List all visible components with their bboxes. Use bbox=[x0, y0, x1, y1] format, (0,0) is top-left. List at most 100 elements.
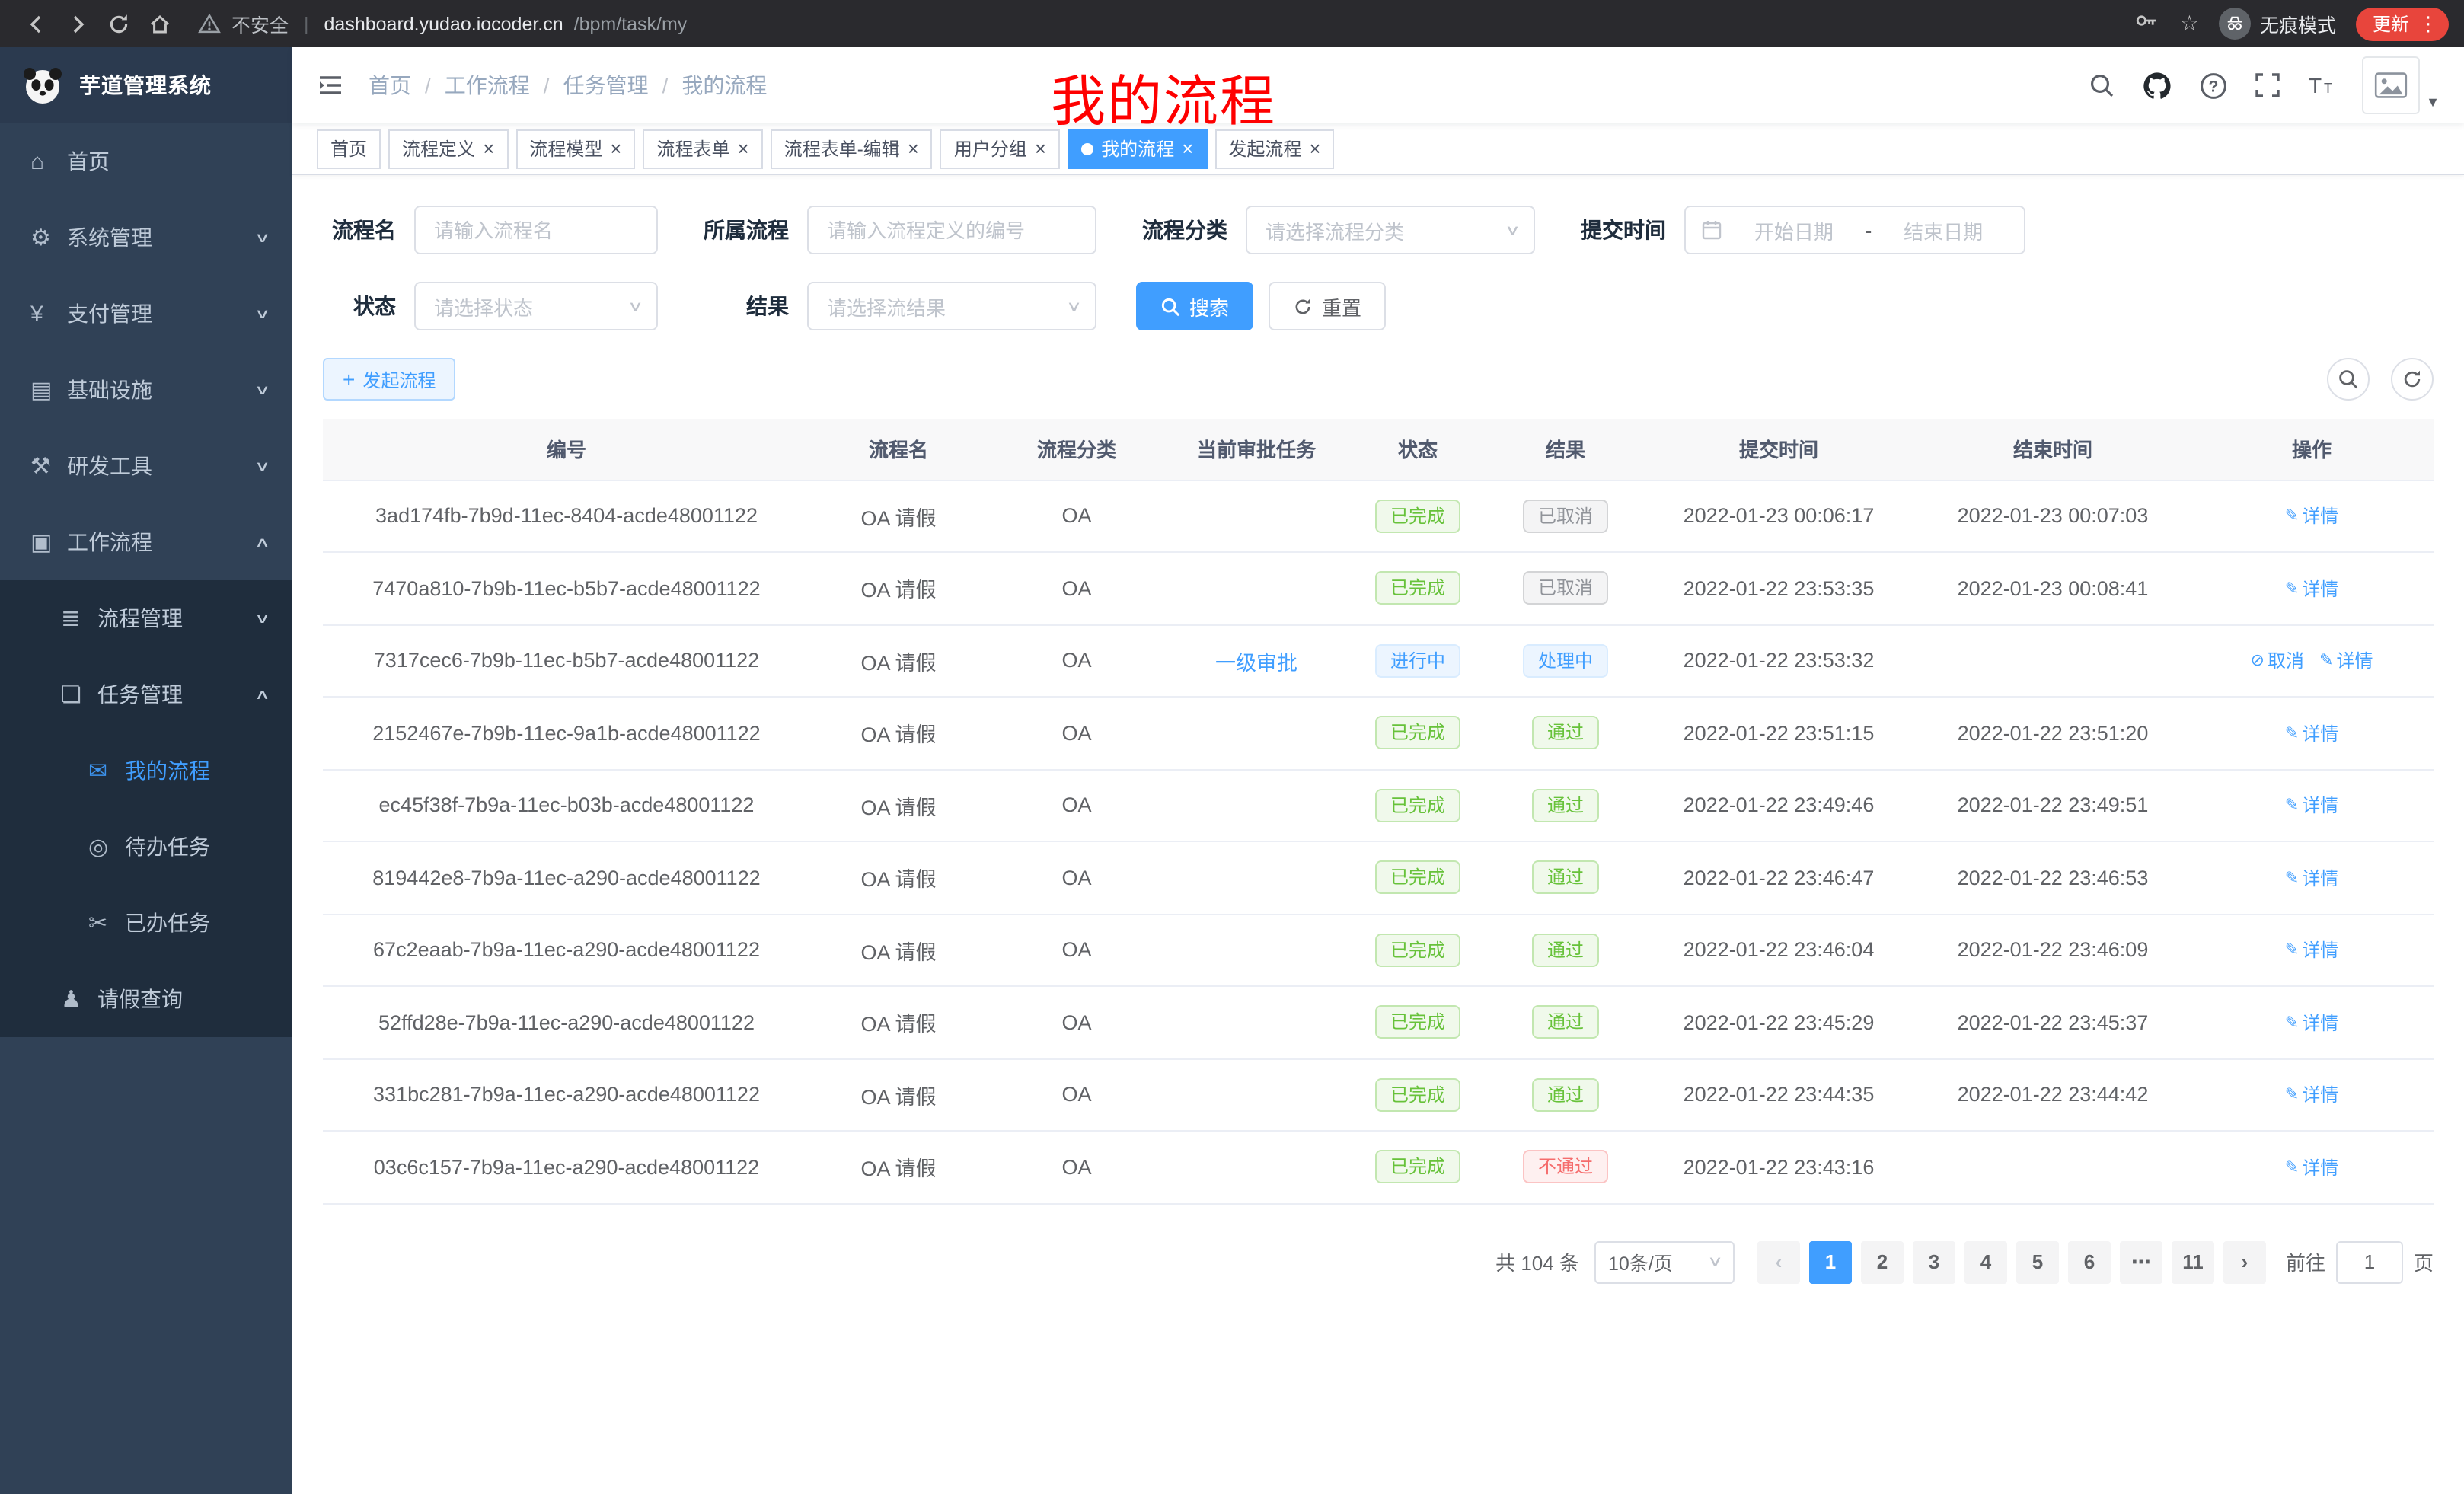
create-process-button[interactable]: + 发起流程 bbox=[323, 358, 455, 401]
pagination-ellipsis[interactable]: ⋯ bbox=[2120, 1240, 2162, 1283]
reload-icon[interactable] bbox=[97, 3, 139, 44]
font-size-icon[interactable]: TT bbox=[2307, 72, 2336, 99]
forward-icon[interactable] bbox=[56, 3, 97, 44]
detail-button[interactable]: ✎详情 bbox=[2285, 793, 2338, 819]
detail-icon: ✎ bbox=[2285, 796, 2299, 816]
sidebar-item-home[interactable]: ⌂首页 bbox=[0, 123, 292, 200]
page-button-1[interactable]: 1 bbox=[1809, 1240, 1852, 1283]
close-icon[interactable]: × bbox=[738, 139, 749, 158]
category-select[interactable]: 请选择流程分类 ∨ bbox=[1246, 206, 1535, 254]
close-icon[interactable]: × bbox=[483, 139, 494, 158]
search-button[interactable]: 搜索 bbox=[1136, 282, 1253, 330]
page-button-4[interactable]: 4 bbox=[1964, 1240, 2007, 1283]
sidebar-item-my-process[interactable]: ✉我的流程 bbox=[0, 733, 292, 809]
detail-button[interactable]: ✎详情 bbox=[2285, 1010, 2338, 1036]
fullscreen-icon[interactable] bbox=[2254, 72, 2281, 99]
user-menu[interactable]: ▼ bbox=[2362, 56, 2440, 114]
detail-button[interactable]: ✎详情 bbox=[2285, 720, 2338, 746]
sidebar-item-leave-query[interactable]: ♟请假查询 bbox=[0, 961, 292, 1037]
process-definition-input[interactable] bbox=[807, 206, 1096, 254]
search-icon[interactable] bbox=[2088, 72, 2115, 99]
collapse-sidebar-icon[interactable] bbox=[317, 72, 344, 99]
cell-current-task bbox=[1167, 480, 1346, 552]
detail-button[interactable]: ✎详情 bbox=[2285, 865, 2338, 891]
current-task-link[interactable]: 一级审批 bbox=[1215, 652, 1297, 675]
status-tag: 已完成 bbox=[1375, 572, 1460, 605]
prev-page-button[interactable]: ‹ bbox=[1757, 1240, 1800, 1283]
sidebar-item-task-management[interactable]: ❏任务管理∧ bbox=[0, 656, 292, 733]
toggle-search-button[interactable] bbox=[2326, 358, 2369, 401]
detail-button[interactable]: ✎详情 bbox=[2319, 648, 2373, 674]
next-page-button[interactable]: › bbox=[2223, 1240, 2266, 1283]
cell-id: ec45f38f-7b9a-11ec-b03b-acde48001122 bbox=[323, 769, 810, 841]
breadcrumb-item[interactable]: 任务管理 bbox=[563, 70, 649, 101]
cell-result: 通过 bbox=[1489, 914, 1642, 986]
close-icon[interactable]: × bbox=[908, 139, 919, 158]
sidebar-item-payment-management[interactable]: ¥支付管理∨ bbox=[0, 276, 292, 352]
update-button[interactable]: 更新 ⋮ bbox=[2356, 7, 2449, 40]
result-tag: 已取消 bbox=[1523, 572, 1608, 605]
page-button-3[interactable]: 3 bbox=[1913, 1240, 1955, 1283]
cell-status: 已完成 bbox=[1346, 697, 1489, 769]
tab-用户分组[interactable]: 用户分组× bbox=[940, 129, 1060, 168]
cancel-button[interactable]: ⊘取消 bbox=[2251, 648, 2304, 674]
home-icon[interactable] bbox=[139, 3, 180, 44]
detail-button[interactable]: ✎详情 bbox=[2285, 1082, 2338, 1108]
status-select[interactable]: 请选择状态 ∨ bbox=[414, 282, 658, 330]
goto-page-input[interactable] bbox=[2336, 1240, 2403, 1283]
cell-id: 331bc281-7b9a-11ec-a290-acde48001122 bbox=[323, 1058, 810, 1131]
sidebar-item-process-management[interactable]: ≣流程管理∨ bbox=[0, 580, 292, 656]
breadcrumb-item[interactable]: 工作流程 bbox=[445, 70, 530, 101]
browser-menu-icon[interactable]: ⋮ bbox=[2418, 11, 2438, 36]
submit-time-range-picker[interactable]: 开始日期 - 结束日期 bbox=[1684, 206, 2025, 254]
close-icon[interactable]: × bbox=[610, 139, 621, 158]
page-button-2[interactable]: 2 bbox=[1861, 1240, 1904, 1283]
chevron-down-icon: ∨ bbox=[255, 381, 271, 398]
page-button-11[interactable]: 11 bbox=[2172, 1240, 2214, 1283]
bookmark-star-icon[interactable]: ☆ bbox=[2180, 11, 2199, 37]
help-icon[interactable]: ? bbox=[2199, 71, 2228, 100]
breadcrumb-item[interactable]: 首页 bbox=[369, 70, 411, 101]
table-row: 67c2eaab-7b9a-11ec-a290-acde48001122OA 请… bbox=[323, 914, 2434, 986]
process-name-input[interactable] bbox=[414, 206, 658, 254]
detail-button[interactable]: ✎详情 bbox=[2285, 576, 2338, 602]
page-size-select[interactable]: 10条/页 ∨ bbox=[1594, 1240, 1735, 1283]
close-icon[interactable]: × bbox=[1309, 139, 1320, 158]
result-select-placeholder: 请选择流结果 bbox=[827, 292, 946, 321]
sidebar-item-system-management[interactable]: ⚙系统管理∨ bbox=[0, 200, 292, 276]
breadcrumb-separator: / bbox=[544, 73, 550, 97]
cell-process-name: OA 请假 bbox=[810, 624, 987, 697]
sidebar-item-dev-tools[interactable]: ⚒研发工具∨ bbox=[0, 428, 292, 504]
tab-流程表单-编辑[interactable]: 流程表单-编辑× bbox=[771, 129, 933, 168]
page-button-6[interactable]: 6 bbox=[2068, 1240, 2111, 1283]
cell-status: 已完成 bbox=[1346, 480, 1489, 552]
tab-流程表单[interactable]: 流程表单× bbox=[643, 129, 762, 168]
result-select[interactable]: 请选择流结果 ∨ bbox=[807, 282, 1096, 330]
github-icon[interactable] bbox=[2141, 69, 2173, 101]
back-icon[interactable] bbox=[15, 3, 56, 44]
page-button-5[interactable]: 5 bbox=[2016, 1240, 2059, 1283]
avatar[interactable] bbox=[2362, 56, 2420, 114]
category-select-placeholder: 请选择流程分类 bbox=[1266, 215, 1404, 244]
sidebar-item-infrastructure[interactable]: ▤基础设施∨ bbox=[0, 352, 292, 428]
chevron-up-icon: ∧ bbox=[255, 686, 271, 703]
detail-button[interactable]: ✎详情 bbox=[2285, 937, 2338, 963]
refresh-table-button[interactable] bbox=[2391, 358, 2434, 401]
security-label[interactable]: 不安全 bbox=[231, 9, 289, 38]
home-icon: ⌂ bbox=[30, 148, 67, 174]
address-bar[interactable]: 不安全 | dashboard.yudao.iocoder.cn/bpm/tas… bbox=[198, 9, 2134, 38]
cell-status: 已完成 bbox=[1346, 914, 1489, 986]
detail-button[interactable]: ✎详情 bbox=[2285, 503, 2338, 529]
close-icon[interactable]: × bbox=[1182, 139, 1193, 158]
tab-流程模型[interactable]: 流程模型× bbox=[515, 129, 635, 168]
close-icon[interactable]: × bbox=[1035, 139, 1046, 158]
password-key-icon[interactable] bbox=[2134, 7, 2160, 40]
sidebar-item-todo-task[interactable]: ◎待办任务 bbox=[0, 809, 292, 885]
app-logo[interactable]: 芋道管理系统 bbox=[0, 47, 292, 123]
tab-首页[interactable]: 首页 bbox=[317, 129, 381, 168]
tab-流程定义[interactable]: 流程定义× bbox=[388, 129, 508, 168]
detail-button[interactable]: ✎详情 bbox=[2285, 1154, 2338, 1180]
reset-button[interactable]: 重置 bbox=[1269, 282, 1386, 330]
sidebar-item-workflow[interactable]: ▣工作流程∧ bbox=[0, 504, 292, 580]
sidebar-item-done-task[interactable]: ✂已办任务 bbox=[0, 885, 292, 961]
